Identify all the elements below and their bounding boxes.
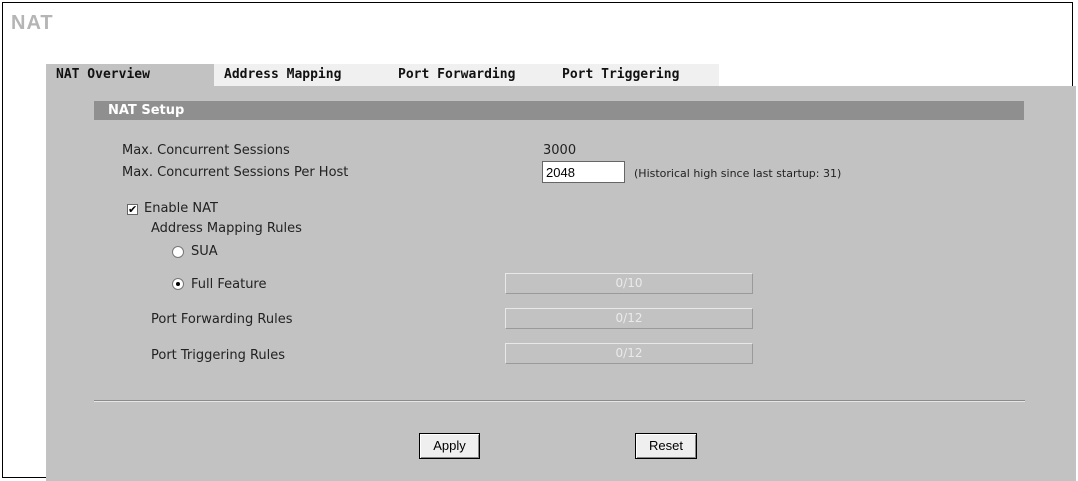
- port-forwarding-count: 0/12: [505, 308, 753, 329]
- port-triggering-count: 0/12: [505, 343, 753, 364]
- full-feature-label: Full Feature: [191, 277, 267, 292]
- max-sessions-label: Max. Concurrent Sessions: [122, 143, 290, 158]
- page-frame: NAT NAT Overview Address Mapping Port Fo…: [2, 2, 1076, 481]
- enable-nat-checkbox[interactable]: ✔: [127, 204, 138, 215]
- address-mapping-rules-heading: Address Mapping Rules: [151, 221, 302, 236]
- historical-high-hint: (Historical high since last startup: 31): [634, 167, 842, 180]
- divider: [94, 400, 1025, 402]
- port-forwarding-rules-label: Port Forwarding Rules: [151, 312, 293, 327]
- full-feature-count: 0/10: [505, 273, 753, 294]
- page-title: NAT: [11, 12, 54, 34]
- reset-button[interactable]: Reset: [635, 433, 697, 459]
- apply-button[interactable]: Apply: [419, 433, 480, 459]
- sua-label: SUA: [191, 244, 218, 259]
- max-sessions-per-host-input[interactable]: [542, 161, 625, 183]
- tab-port-forwarding[interactable]: Port Forwarding: [388, 64, 552, 86]
- full-feature-radio[interactable]: [172, 278, 184, 290]
- enable-nat-label: Enable NAT: [144, 201, 218, 216]
- section-title: NAT Setup: [94, 101, 1024, 120]
- tab-bar: NAT Overview Address Mapping Port Forwar…: [46, 64, 719, 86]
- radio-selected-dot: [176, 282, 180, 286]
- tab-nat-overview[interactable]: NAT Overview: [46, 64, 214, 86]
- max-sessions-per-host-label: Max. Concurrent Sessions Per Host: [122, 165, 349, 180]
- tab-address-mapping[interactable]: Address Mapping: [214, 64, 388, 86]
- port-triggering-rules-label: Port Triggering Rules: [151, 348, 286, 363]
- tab-port-triggering[interactable]: Port Triggering: [552, 64, 719, 86]
- nat-setup-panel: NAT Setup Max. Concurrent Sessions 3000 …: [46, 86, 1076, 481]
- max-sessions-value: 3000: [543, 143, 577, 158]
- sua-radio[interactable]: [172, 246, 184, 258]
